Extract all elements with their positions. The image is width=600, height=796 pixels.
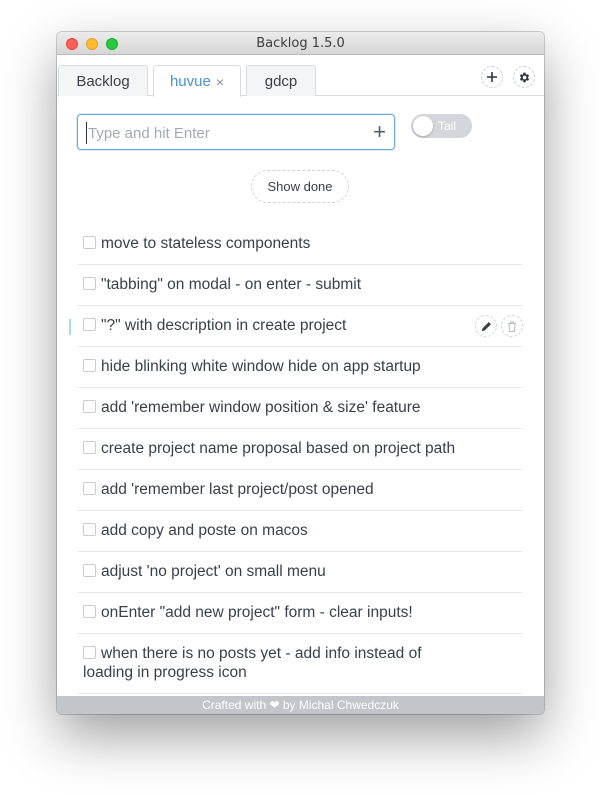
- toggle-label: Tail: [438, 119, 457, 133]
- add-item-icon[interactable]: +: [373, 119, 386, 145]
- delete-button[interactable]: [501, 315, 523, 337]
- show-done-button[interactable]: Show done: [251, 170, 349, 203]
- list-item[interactable]: onEnter "add new project" form - clear i…: [77, 593, 523, 634]
- todo-text: "tabbing" on modal - on enter - submit: [101, 276, 362, 293]
- add-project-button[interactable]: [481, 66, 503, 88]
- window-title: Backlog 1.5.0: [256, 36, 345, 51]
- list-item[interactable]: move to stateless components: [77, 224, 523, 265]
- tab-backlog[interactable]: Backlog: [58, 65, 148, 96]
- todo-text: add 'remember window position & size' fe…: [101, 399, 421, 416]
- title-bar[interactable]: Backlog 1.5.0: [57, 32, 544, 55]
- plus-icon: [487, 72, 497, 82]
- tab-label: gdcp: [264, 72, 298, 90]
- todo-checkbox[interactable]: [83, 359, 96, 372]
- tail-toggle[interactable]: Tail: [411, 114, 472, 138]
- tab-bar: Backlog huvue × gdcp: [57, 55, 544, 97]
- list-item[interactable]: hide blinking white window hide on app s…: [77, 347, 523, 388]
- todo-checkbox[interactable]: [83, 400, 96, 413]
- pencil-icon: [481, 321, 491, 331]
- item-actions: [475, 315, 523, 337]
- footer: Crafted with ❤ by Michal Chwedczuk: [57, 696, 544, 714]
- todo-checkbox[interactable]: [83, 441, 96, 454]
- tab-label: huvue: [169, 73, 211, 90]
- todo-text: adjust 'no project' on small menu: [101, 563, 326, 580]
- todo-checkbox[interactable]: [83, 277, 96, 290]
- settings-button[interactable]: [513, 66, 535, 88]
- todo-text: add copy and poste on macos: [101, 522, 308, 539]
- todo-text: add 'remember last project/post opened: [101, 481, 374, 498]
- todo-checkbox[interactable]: [83, 236, 96, 249]
- toggle-knob: [413, 116, 433, 136]
- list-item[interactable]: add 'remember last project/post opened: [77, 470, 523, 511]
- todo-text: create project name proposal based on pr…: [101, 440, 456, 457]
- todo-checkbox[interactable]: [83, 646, 96, 659]
- list-item[interactable]: "tabbing" on modal - on enter - submit: [77, 265, 523, 306]
- todo-checkbox[interactable]: [83, 564, 96, 577]
- todo-list: move to stateless components "tabbing" o…: [69, 224, 523, 694]
- list-item[interactable]: adjust 'no project' on small menu: [77, 552, 523, 593]
- edit-button[interactable]: [475, 315, 497, 337]
- new-item-input-wrapper: +: [77, 114, 395, 150]
- list-item[interactable]: add copy and poste on macos: [77, 511, 523, 552]
- todo-text: move to stateless components: [101, 235, 311, 252]
- todo-checkbox[interactable]: [83, 482, 96, 495]
- list-item[interactable]: "?" with description in create project: [69, 306, 523, 347]
- tab-huvue[interactable]: huvue ×: [153, 65, 241, 97]
- tab-label: Backlog: [76, 72, 130, 90]
- todo-checkbox[interactable]: [83, 523, 96, 536]
- list-item[interactable]: create project name proposal based on pr…: [77, 429, 523, 470]
- todo-text: "?" with description in create project: [101, 317, 347, 334]
- todo-checkbox[interactable]: [83, 605, 96, 618]
- todo-checkbox[interactable]: [83, 318, 96, 331]
- gear-icon: [519, 72, 529, 82]
- new-item-input[interactable]: [86, 122, 356, 144]
- list-item[interactable]: add 'remember window position & size' fe…: [77, 388, 523, 429]
- close-tab-icon[interactable]: ×: [216, 74, 224, 90]
- tab-gdcp[interactable]: gdcp: [246, 65, 316, 96]
- todo-text: hide blinking white window hide on app s…: [101, 358, 421, 375]
- trash-icon: [508, 321, 516, 332]
- todo-text: onEnter "add new project" form - clear i…: [101, 604, 413, 621]
- app-window: Backlog 1.5.0 Backlog huvue × gdcp + Tai…: [57, 32, 544, 714]
- list-item[interactable]: when there is no posts yet - add info in…: [77, 634, 523, 694]
- todo-text: when there is no posts yet - add info in…: [83, 645, 422, 681]
